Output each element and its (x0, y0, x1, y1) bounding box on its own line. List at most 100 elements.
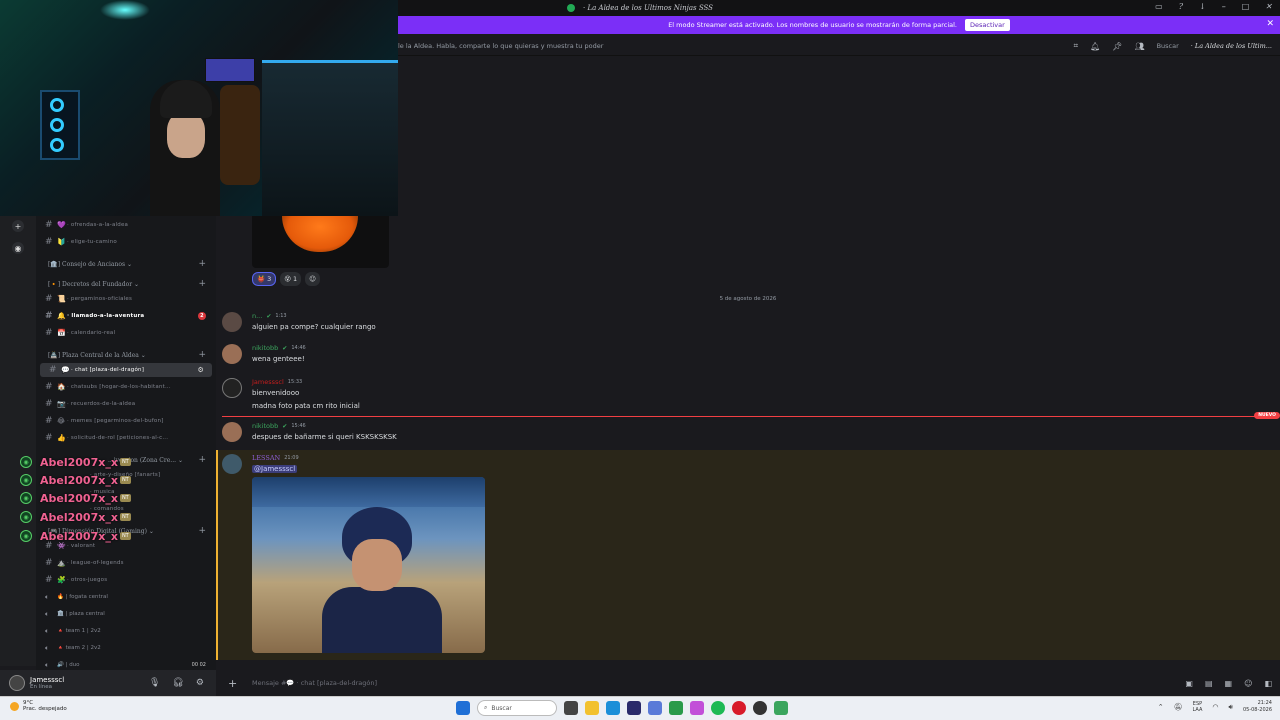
chevron-up-icon[interactable]: ⌃ (1158, 703, 1164, 711)
voice-channel[interactable]: 🔈︎ 🔺 team 1 | 2v2 (36, 624, 216, 638)
add-reaction-icon[interactable]: ☺ (305, 272, 320, 286)
apps-icon[interactable]: ◧ (1264, 679, 1272, 688)
channel-item[interactable]: # 😂 · memes [pegarminos-del-bufon] (36, 414, 216, 428)
channel-item-active[interactable]: # 💬 · chat [plaza-del-dragón] ⚙ (40, 363, 212, 377)
wifi-icon[interactable]: ◠ (1212, 703, 1218, 711)
author-name[interactable]: nikitobb (252, 422, 278, 430)
gif-icon[interactable]: ▤ (1205, 679, 1213, 688)
download-icon[interactable]: ↓ (1199, 2, 1206, 11)
add-channel-icon[interactable]: + (198, 259, 206, 269)
gift-icon[interactable]: ▣ (1185, 679, 1193, 688)
category-header[interactable]: [🏯] Plaza Central de la Aldea ⌄ + (36, 348, 216, 362)
search-input[interactable]: Buscar (1157, 42, 1179, 50)
weather-widget[interactable]: 9°C Prac. despejado (10, 700, 67, 712)
category-header[interactable]: [🔸] Decretos del Fundador ⌄ + (36, 277, 216, 291)
channel-item[interactable]: # 📜 · pergaminos-oficiales (36, 292, 216, 306)
voice-channel[interactable]: 🔈︎ 🔺 team 2 | 2v2 (36, 641, 216, 655)
voice-channel[interactable]: 🔈︎ 🔊 | duo 00 02 (36, 658, 216, 670)
previous-image-attachment[interactable] (252, 216, 389, 268)
message: n... ✔ 1:13 alguien pa compe? cualquier … (222, 312, 1272, 334)
user-mention[interactable]: @Jamessscl (252, 465, 298, 473)
avatar[interactable] (222, 378, 242, 398)
channel-item[interactable]: # 🔰 · elige-tu-camino (36, 235, 216, 249)
author-name[interactable]: LESSAN (252, 454, 280, 462)
author-name[interactable]: Jamessscl (252, 378, 284, 386)
avatar[interactable] (9, 675, 25, 691)
notification-muted-icon[interactable]: 🔕︎ (1174, 703, 1183, 711)
message-input[interactable]: Mensaje #💬 · chat [plaza-del-dragón] (252, 679, 377, 687)
spotify-icon[interactable] (711, 701, 725, 715)
reaction-chip[interactable]: 😵 1 (280, 272, 302, 286)
avatar[interactable] (222, 312, 242, 332)
channel-item[interactable]: # 🔔 · llamado-a-la-aventura 2 (36, 309, 216, 323)
username[interactable]: Jamessscl (30, 676, 64, 684)
channel-item[interactable]: # 📷 · recuerdos-de-la-aldea (36, 397, 216, 411)
mail-icon[interactable] (648, 701, 662, 715)
microphone-icon[interactable]: 🎙︎ (149, 678, 160, 688)
attach-plus-icon[interactable]: + (228, 677, 244, 690)
language-indicator[interactable]: ESP LAA (1193, 701, 1203, 713)
discover-icon[interactable]: ◉ (12, 242, 24, 254)
taskbar-search[interactable]: ⌕ Buscar (477, 700, 557, 716)
add-channel-icon[interactable]: + (198, 455, 206, 465)
voice-channel[interactable]: 🔈︎ 🏛️ | plaza central (36, 607, 216, 621)
notification-bell-icon[interactable]: 🔔︎ (1090, 42, 1100, 51)
channel-item[interactable]: # 📅 · calendario-real (36, 326, 216, 340)
members-icon[interactable]: 👥︎ (1134, 42, 1144, 51)
user-panel: Jamessscl En línea 🎙︎ 🎧︎ ⚙ (0, 670, 216, 696)
obs-icon[interactable] (732, 701, 746, 715)
hash-icon: # (45, 382, 53, 392)
app-icon[interactable] (753, 701, 767, 715)
discord-taskbar-icon[interactable] (774, 701, 788, 715)
close-banner-icon[interactable]: ✕ (1266, 19, 1274, 29)
author-name[interactable]: n... (252, 312, 262, 320)
add-server-icon[interactable]: + (12, 220, 24, 232)
reaction-chip[interactable]: 👹 3 (252, 272, 277, 286)
user-controls: 🎙︎ 🎧︎ ⚙ (149, 678, 204, 688)
add-channel-icon[interactable]: + (198, 526, 206, 536)
add-channel-icon[interactable]: + (198, 350, 206, 360)
timestamp: 1:13 (275, 313, 287, 319)
avatar[interactable] (222, 454, 242, 474)
new-messages-tag: NUEVO (1254, 412, 1280, 419)
clock[interactable]: 21:24 05-08-2026 (1243, 700, 1272, 714)
threads-icon[interactable]: ⌗ (1074, 41, 1079, 51)
file-explorer-icon[interactable] (585, 701, 599, 715)
channel-settings-icon[interactable]: ⚙ (198, 366, 204, 374)
message-text: madna foto pata cm rito inicial (252, 402, 360, 410)
channel-item[interactable]: # 👍 · solicitud-de-rol [peticiones-al-c... (36, 431, 216, 445)
minimize-icon[interactable]: – (1222, 2, 1226, 11)
store-icon[interactable] (627, 701, 641, 715)
channel-item[interactable]: # 💜 · ofrendas-a-la-aldea (36, 218, 216, 232)
app-icon[interactable] (690, 701, 704, 715)
task-view-icon[interactable] (564, 701, 578, 715)
emoji-icon[interactable]: ☺ (1244, 679, 1252, 688)
image-attachment[interactable] (252, 477, 485, 653)
settings-gear-icon[interactable]: ⚙ (196, 678, 204, 688)
volume-icon[interactable]: 🔊︎ (1229, 703, 1233, 712)
inbox-icon[interactable]: ▭ (1155, 2, 1163, 11)
sticker-icon[interactable]: ▦ (1225, 679, 1233, 688)
start-icon[interactable] (456, 701, 470, 715)
add-channel-icon[interactable]: + (198, 279, 206, 289)
help-icon[interactable]: ? (1179, 2, 1183, 11)
channel-item[interactable]: # ⛰️ · league-of-legends (36, 556, 216, 570)
headphones-icon[interactable]: 🎧︎ (172, 678, 183, 688)
maximize-icon[interactable]: □ (1242, 2, 1250, 11)
avatar[interactable] (222, 422, 242, 442)
edge-icon[interactable] (606, 701, 620, 715)
channel-item[interactable]: # 🧩 · otros-juegos (36, 573, 216, 587)
server-rail: + ◉ (0, 216, 36, 666)
avatar[interactable] (222, 344, 242, 364)
chrome-icon[interactable] (669, 701, 683, 715)
channel-item[interactable]: # 🏠 · chatsubs [hogar-de-los-habitant... (36, 380, 216, 394)
close-icon[interactable]: ✕ (1265, 2, 1272, 11)
voice-channel[interactable]: 🔈︎ 🔥 | fogata central (36, 590, 216, 604)
author-name[interactable]: nikitobb (252, 344, 278, 352)
deactivate-streamer-button[interactable]: Desactivar (965, 19, 1010, 31)
speaker-icon: 🔈︎ (45, 643, 50, 652)
webcam-overlay (0, 0, 398, 216)
pin-icon[interactable]: 📌︎ (1112, 42, 1122, 51)
hash-icon: # (45, 220, 53, 230)
category-header[interactable]: [🏛️] Consejo de Ancianos ⌄ + (36, 257, 216, 271)
